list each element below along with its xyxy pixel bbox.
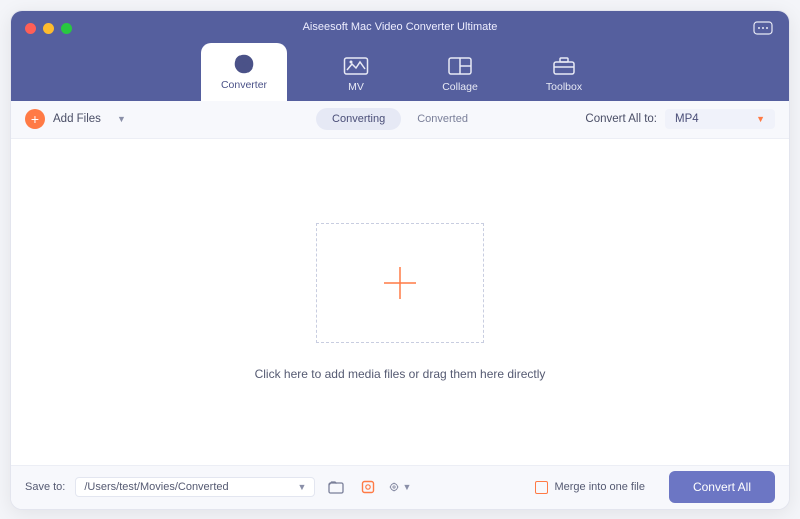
plus-icon: +	[25, 109, 45, 129]
titlebar: Aiseesoft Mac Video Converter Ultimate C…	[11, 11, 789, 101]
dropzone-hint: Click here to add media files or drag th…	[255, 367, 546, 381]
settings-button[interactable]: ▼	[389, 476, 411, 498]
converter-icon	[231, 53, 257, 75]
gpu-accel-button[interactable]	[357, 476, 379, 498]
main-tabs: Converter MV Collage Toolbox	[11, 43, 789, 101]
checkbox-box	[535, 481, 548, 494]
window-title: Aiseesoft Mac Video Converter Ultimate	[11, 21, 789, 33]
tab-converter[interactable]: Converter	[201, 43, 287, 101]
plus-icon	[378, 261, 422, 305]
main-canvas: Click here to add media files or drag th…	[11, 139, 789, 465]
tab-label: Collage	[442, 81, 478, 93]
chevron-down-icon: ▼	[402, 482, 411, 492]
output-format-select[interactable]: MP4 ▼	[665, 109, 775, 129]
add-files-label: Add Files	[53, 113, 101, 125]
toolbar: + Add Files ▼ Converting Converted Conve…	[11, 101, 789, 139]
feedback-icon[interactable]	[753, 21, 773, 37]
segment-converted[interactable]: Converted	[401, 108, 484, 130]
convert-all-button[interactable]: Convert All	[669, 471, 775, 503]
add-files-button[interactable]: + Add Files ▼	[25, 109, 126, 129]
footer: Save to: /Users/test/Movies/Converted ▼ …	[11, 465, 789, 509]
chevron-down-icon: ▼	[297, 482, 306, 492]
merge-checkbox[interactable]: Merge into one file	[535, 481, 645, 494]
save-path-select[interactable]: /Users/test/Movies/Converted ▼	[75, 477, 315, 497]
save-path-value: /Users/test/Movies/Converted	[84, 481, 228, 493]
tab-label: Converter	[221, 79, 267, 91]
chevron-down-icon: ▼	[117, 114, 126, 124]
status-segmented: Converting Converted	[316, 108, 484, 130]
save-to-label: Save to:	[25, 481, 65, 493]
dropzone[interactable]	[316, 223, 484, 343]
tab-label: Toolbox	[546, 81, 582, 93]
mv-icon	[343, 55, 369, 77]
tab-label: MV	[348, 81, 364, 93]
tab-toolbox[interactable]: Toolbox	[529, 55, 599, 101]
tab-mv[interactable]: MV	[321, 55, 391, 101]
chevron-down-icon: ▼	[756, 114, 765, 124]
segment-converting[interactable]: Converting	[316, 108, 401, 130]
tab-collage[interactable]: Collage	[425, 55, 495, 101]
format-value: MP4	[675, 113, 699, 125]
collage-icon	[447, 55, 473, 77]
toolbox-icon	[551, 55, 577, 77]
merge-label: Merge into one file	[554, 481, 645, 493]
convert-all-to-label: Convert All to:	[585, 113, 657, 125]
app-window: Aiseesoft Mac Video Converter Ultimate C…	[10, 10, 790, 510]
open-folder-button[interactable]	[325, 476, 347, 498]
